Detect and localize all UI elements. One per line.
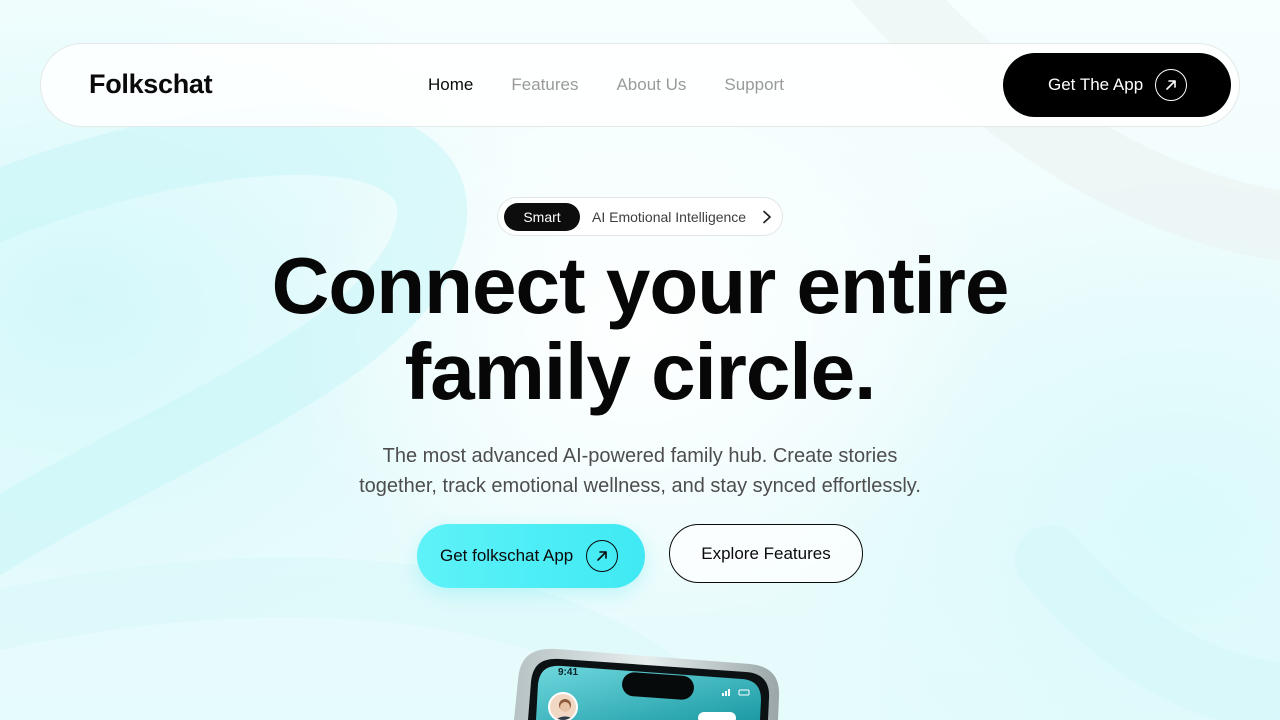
badge-text: AI Emotional Intelligence <box>592 209 747 225</box>
hero-subtitle: The most advanced AI-powered family hub.… <box>0 441 1280 501</box>
arrow-up-right-icon <box>1155 69 1188 101</box>
brand-logo[interactable]: Folkschat <box>89 69 213 100</box>
phone-mockup: 9:41 <box>500 640 800 720</box>
nav-link-about-us[interactable]: About Us <box>616 75 686 95</box>
get-the-app-button[interactable]: Get The App <box>1003 53 1231 117</box>
subtitle-line-1: The most advanced AI-powered family hub.… <box>382 445 898 467</box>
hero-headline: Connect your entire family circle. <box>0 243 1280 415</box>
subtitle-line-2: together, track emotional wellness, and … <box>359 475 921 497</box>
signal-icon <box>722 684 752 702</box>
nav-links: Home Features About Us Support <box>428 75 784 95</box>
nav-link-features[interactable]: Features <box>511 75 578 95</box>
get-the-app-label: Get The App <box>1048 75 1144 94</box>
arrow-up-right-icon <box>586 540 619 572</box>
top-navbar: Folkschat Home Features About Us Support… <box>40 43 1240 127</box>
headline-line-1: Connect your entire <box>271 241 1010 330</box>
get-folkschat-app-label: Get folkschat App <box>440 546 574 565</box>
phone-status-time: 9:41 <box>558 667 579 678</box>
badge-pill: Smart <box>504 203 580 231</box>
chevron-right-icon <box>762 210 772 229</box>
avatar <box>548 692 578 720</box>
nav-link-support[interactable]: Support <box>724 75 784 95</box>
nav-link-home[interactable]: Home <box>428 75 473 95</box>
get-folkschat-app-button[interactable]: Get folkschat App <box>417 524 645 588</box>
headline-line-2: family circle. <box>404 327 877 416</box>
explore-features-button[interactable]: Explore Features <box>669 524 863 583</box>
feature-badge[interactable]: Smart AI Emotional Intelligence <box>497 197 783 236</box>
phone-pill-icon <box>698 712 736 720</box>
